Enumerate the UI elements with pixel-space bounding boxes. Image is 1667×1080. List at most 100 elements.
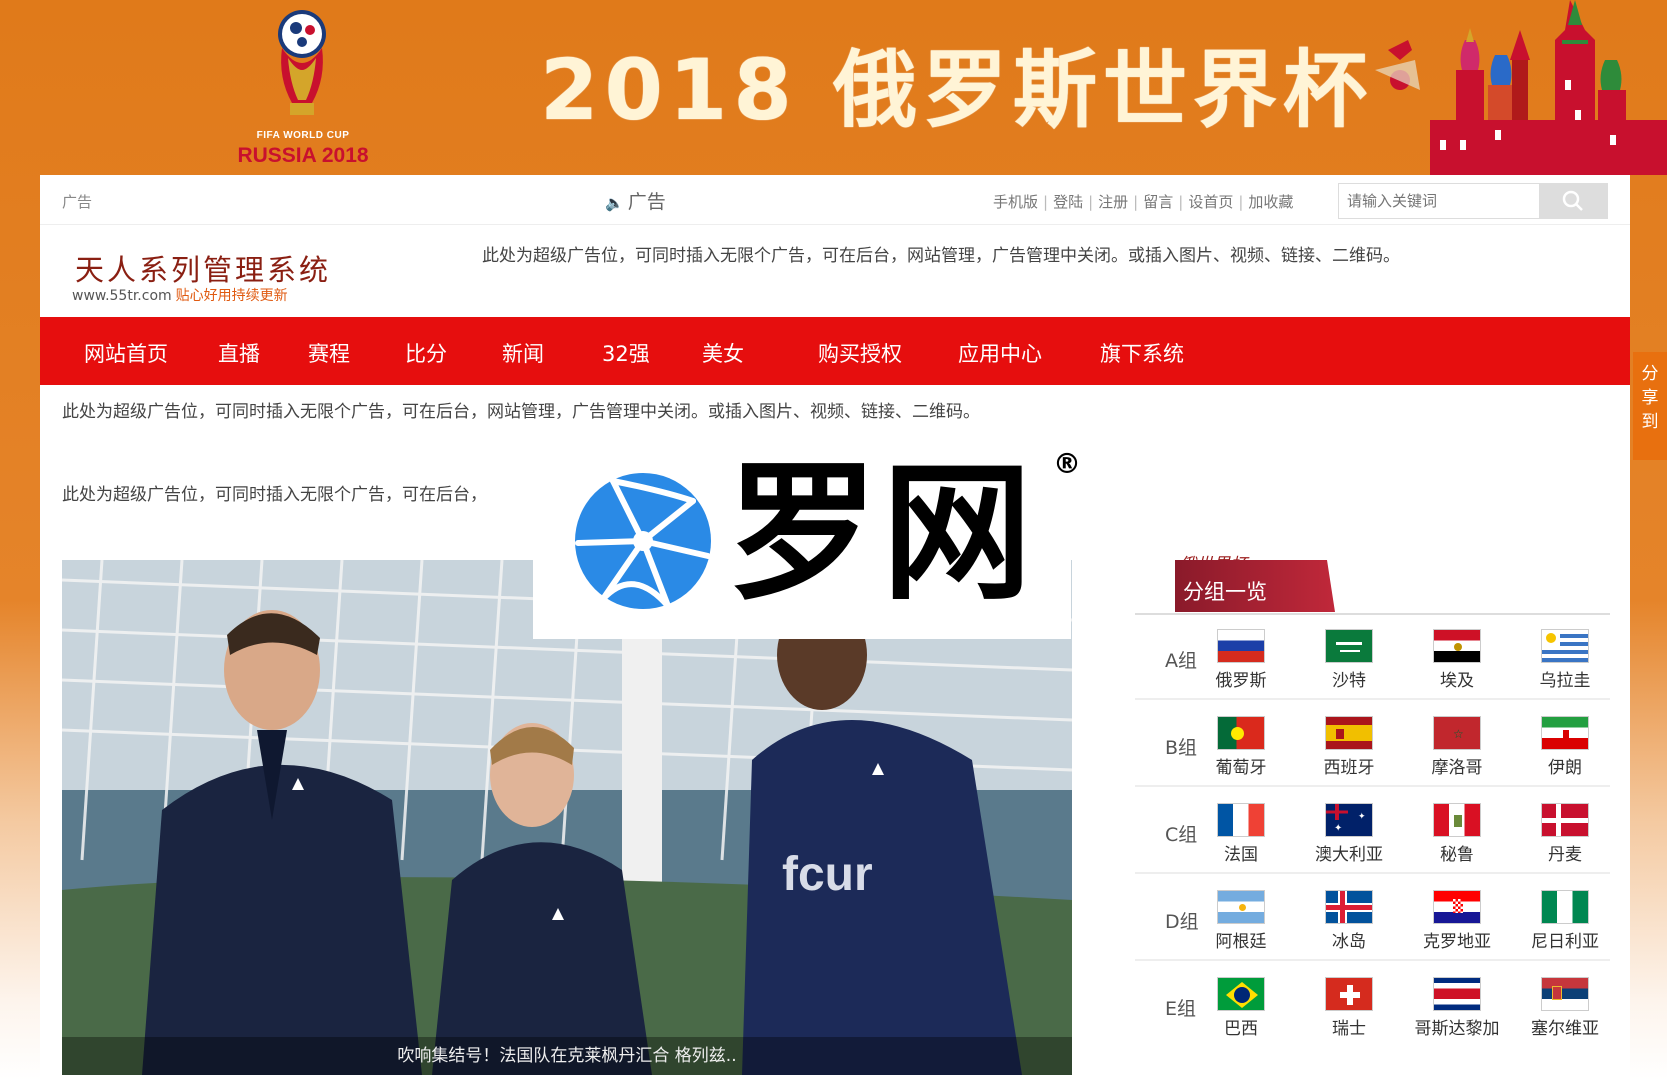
link-register[interactable]: 注册	[1098, 193, 1128, 211]
top-links: 手机版 | 登陆 | 注册 | 留言 | 设首页 | 加收藏	[993, 193, 1294, 211]
france-flag-icon	[1217, 803, 1265, 837]
ad-banner-1[interactable]: 此处为超级广告位，可同时插入无限个广告，可在后台，网站管理，广告管理中关闭。或插…	[62, 397, 980, 422]
team-croatia[interactable]: 克罗地亚	[1411, 890, 1503, 952]
argentina-flag-icon	[1217, 890, 1265, 924]
team-russia[interactable]: 俄罗斯	[1195, 629, 1287, 691]
team-name: 澳大利亚	[1315, 845, 1383, 865]
nav-item-home[interactable]: 网站首页	[84, 338, 168, 368]
team-argentina[interactable]: 阿根廷	[1195, 890, 1287, 952]
egypt-flag-icon	[1433, 629, 1481, 663]
team-name: 伊朗	[1548, 758, 1582, 778]
header-ad-text[interactable]: 此处为超级广告位，可同时插入无限个广告，可在后台，网站管理，广告管理中关闭。或插…	[482, 241, 1400, 266]
photo-caption[interactable]: 吹响集结号！法国队在克莱枫丹汇合 格列兹..	[62, 1037, 1072, 1075]
nav-item-app-center[interactable]: 应用中心	[958, 338, 1042, 368]
team-portugal[interactable]: 葡萄牙	[1195, 716, 1287, 778]
top-ad-label[interactable]: 广告	[62, 191, 92, 212]
nav-item-news[interactable]: 新闻	[502, 338, 544, 368]
team-name: 俄罗斯	[1215, 671, 1267, 691]
switzerland-flag-icon	[1325, 977, 1373, 1011]
world-cup-trophy-icon	[278, 10, 326, 115]
banner-title: 2018 俄罗斯世界杯	[540, 41, 1374, 139]
team-name: 沙特	[1332, 671, 1366, 691]
team-saudi[interactable]: 沙特	[1303, 629, 1395, 691]
team-name: 瑞士	[1332, 1019, 1366, 1039]
nav-item-top32[interactable]: 32强	[602, 338, 650, 368]
logo-russia-text: RUSSIA 2018	[237, 144, 369, 167]
nav-item-live[interactable]: 直播	[218, 338, 260, 368]
group-row-e: E组 巴西 瑞士 哥斯达黎加 塞尔维亚	[1135, 963, 1610, 1048]
nav-item-beauty[interactable]: 美女	[702, 338, 744, 368]
link-bookmark[interactable]: 加收藏	[1248, 193, 1293, 211]
world-cup-logo: FIFA WORLD CUP RUSSIA 2018	[228, 8, 378, 168]
team-brazil[interactable]: 巴西	[1195, 977, 1287, 1039]
group-name: E组	[1165, 998, 1197, 1020]
notice[interactable]: 🔈 广告	[605, 187, 666, 214]
team-name: 克罗地亚	[1423, 932, 1491, 952]
share-side-tab[interactable]: 分享到	[1633, 352, 1667, 460]
team-denmark[interactable]: 丹麦	[1519, 803, 1611, 865]
groups-title[interactable]: 分组一览	[1183, 576, 1267, 606]
link-login[interactable]: 登陆	[1053, 193, 1083, 211]
team-nigeria[interactable]: 尼日利亚	[1519, 890, 1611, 952]
team-peru[interactable]: 秘鲁	[1411, 803, 1503, 865]
team-name: 阿根廷	[1215, 932, 1267, 952]
team-name: 埃及	[1440, 671, 1474, 691]
registered-mark: ®	[1053, 447, 1081, 480]
group-name: A组	[1165, 650, 1197, 672]
team-serbia[interactable]: 塞尔维亚	[1519, 977, 1611, 1039]
iceland-flag-icon	[1325, 890, 1373, 924]
costa-rica-flag-icon	[1433, 977, 1481, 1011]
group-row-b: B组 葡萄牙 西班牙 ☆ 摩洛哥 伊朗	[1135, 702, 1610, 787]
australia-flag-icon: ✦ ✦	[1325, 803, 1373, 837]
search-icon	[1562, 190, 1583, 211]
watermark-text: 罗网	[728, 447, 1037, 621]
team-iceland[interactable]: 冰岛	[1303, 890, 1395, 952]
svg-text:fcur: fcur	[782, 848, 873, 901]
team-switzerland[interactable]: 瑞士	[1303, 977, 1395, 1039]
nav-item-score[interactable]: 比分	[405, 338, 447, 368]
team-name: 丹麦	[1548, 845, 1582, 865]
team-iran[interactable]: 伊朗	[1519, 716, 1611, 778]
team-name: 摩洛哥	[1431, 758, 1483, 778]
nav-item-schedule[interactable]: 赛程	[308, 338, 350, 368]
site-name[interactable]: 天人系列管理系统	[75, 247, 331, 289]
team-australia[interactable]: ✦ ✦ 澳大利亚	[1303, 803, 1395, 865]
search-box	[1338, 183, 1608, 219]
logo-fifa-text: FIFA WORLD CUP	[256, 130, 350, 141]
nigeria-flag-icon	[1541, 890, 1589, 924]
site-url: www.55tr.com 贴心好用持续更新	[72, 285, 288, 305]
site-url-text: www.55tr.com	[72, 288, 172, 304]
serbia-flag-icon	[1541, 977, 1589, 1011]
spain-flag-icon	[1325, 716, 1373, 750]
link-set-homepage[interactable]: 设首页	[1188, 193, 1233, 211]
russia-flag-icon	[1217, 629, 1265, 663]
link-mobile[interactable]: 手机版	[993, 193, 1038, 211]
search-button[interactable]	[1539, 184, 1607, 218]
team-france[interactable]: 法国	[1195, 803, 1287, 865]
main-nav: 网站首页 直播 赛程 比分 新闻 32强 美女 购买授权 应用中心 旗下系统	[40, 317, 1630, 385]
watermark-overlay: 罗网 ®	[533, 431, 1081, 639]
nav-item-systems[interactable]: 旗下系统	[1100, 338, 1184, 368]
group-row-d: D组 阿根廷 冰岛 克罗地亚 尼日利亚	[1135, 876, 1610, 961]
nav-item-buy-license[interactable]: 购买授权	[818, 338, 902, 368]
group-name: B组	[1165, 737, 1198, 759]
speaker-icon: 🔈	[605, 194, 624, 212]
top-bar: 广告 🔈 广告 手机版 | 登陆 | 注册 | 留言 | 设首页 | 加收藏	[40, 175, 1630, 225]
saudi-flag-icon	[1325, 629, 1373, 663]
team-name: 巴西	[1224, 1019, 1258, 1039]
site-slogan: 贴心好用持续更新	[175, 288, 288, 304]
team-spain[interactable]: 西班牙	[1303, 716, 1395, 778]
search-input[interactable]	[1339, 184, 1539, 218]
team-costa-rica[interactable]: 哥斯达黎加	[1411, 977, 1503, 1039]
team-egypt[interactable]: 埃及	[1411, 629, 1503, 691]
team-uruguay[interactable]: 乌拉圭	[1519, 629, 1611, 691]
groups-header: 俄世界杯 分组一览	[1135, 550, 1610, 615]
brazil-flag-icon	[1217, 977, 1265, 1011]
morocco-flag-icon: ☆	[1433, 716, 1481, 750]
team-name: 秘鲁	[1440, 845, 1474, 865]
group-name: C组	[1165, 824, 1198, 846]
team-name: 法国	[1224, 845, 1258, 865]
ad-banner-2[interactable]: 此处为超级广告位，可同时插入无限个广告，可在后台，	[62, 480, 487, 505]
link-message[interactable]: 留言	[1143, 193, 1173, 211]
team-morocco[interactable]: ☆ 摩洛哥	[1411, 716, 1503, 778]
